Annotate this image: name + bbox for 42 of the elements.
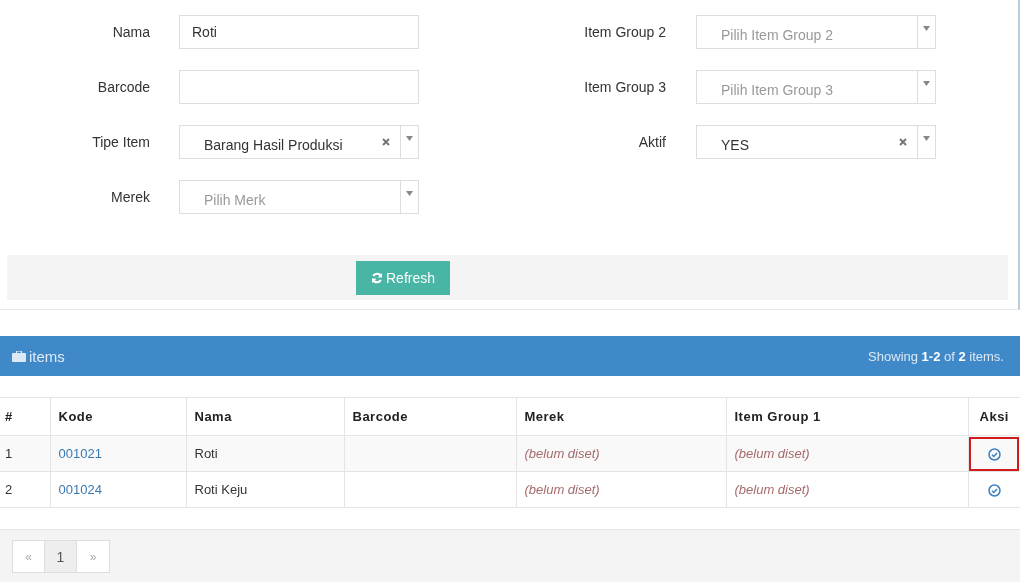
field-label: Merek xyxy=(110,189,150,205)
check-circle-icon[interactable] xyxy=(987,448,1001,462)
table-cell: Roti xyxy=(186,435,344,472)
table-cell: (belum diset) xyxy=(516,435,726,472)
select-field[interactable]: Barang Hasil Produksi xyxy=(179,125,419,159)
page-button[interactable]: 1 xyxy=(45,541,77,572)
check-circle-icon[interactable] xyxy=(987,484,1001,498)
briefcase-icon xyxy=(12,350,26,362)
table-cell: (belum diset) xyxy=(726,435,968,472)
caret-icon xyxy=(923,81,930,86)
summary-text: Showing 1-2 of 2 items. xyxy=(868,348,1004,364)
column-header[interactable]: Merek xyxy=(516,397,726,436)
table-cell: 1 xyxy=(0,435,50,472)
clear-icon[interactable] xyxy=(382,138,390,146)
table-cell: (belum diset) xyxy=(726,471,968,508)
table-cell: 2 xyxy=(0,471,50,508)
field-label: Nama xyxy=(111,24,150,40)
column-header[interactable]: Item Group 1 xyxy=(726,397,968,436)
column-header[interactable]: # xyxy=(0,397,50,436)
caret-icon xyxy=(923,136,930,141)
refresh-icon xyxy=(371,271,383,284)
caret-icon xyxy=(923,26,930,31)
field-label: Tipe Item xyxy=(91,134,150,150)
column-header[interactable]: Kode xyxy=(50,397,186,436)
table-cell: Roti Keju xyxy=(186,471,344,508)
clear-icon[interactable] xyxy=(899,138,907,146)
column-header[interactable]: Aksi xyxy=(968,397,1020,436)
code-link[interactable]: 001021 xyxy=(58,446,102,461)
field-label: Barcode xyxy=(96,79,150,95)
field-label: Item Group 2 xyxy=(583,24,666,40)
caret-icon xyxy=(406,136,413,141)
text-field[interactable] xyxy=(179,70,419,104)
select-field[interactable]: YES xyxy=(696,125,936,159)
table-cell: (belum diset) xyxy=(516,471,726,508)
column-header[interactable]: Barcode xyxy=(344,397,516,436)
field-label: Aktif xyxy=(637,134,666,150)
caret-icon xyxy=(406,191,413,196)
column-header[interactable]: Nama xyxy=(186,397,344,436)
text-field[interactable]: Roti xyxy=(179,15,419,49)
field-label: Item Group 3 xyxy=(583,79,666,95)
panel-title: items xyxy=(29,347,65,365)
code-link[interactable]: 001024 xyxy=(58,482,102,497)
